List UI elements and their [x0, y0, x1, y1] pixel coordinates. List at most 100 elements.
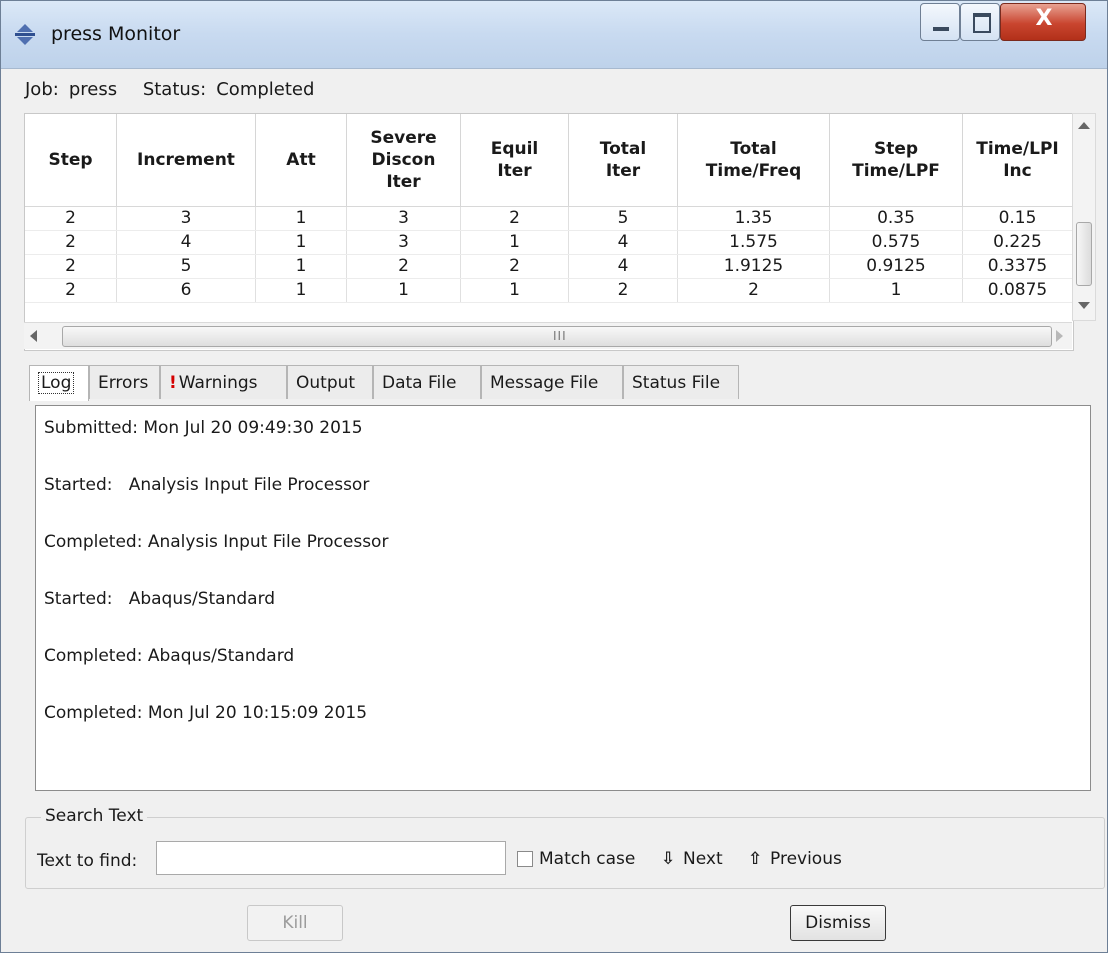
- cell-step: 2: [25, 207, 117, 230]
- status-label: Status:: [142, 79, 207, 100]
- tab-data-file[interactable]: Data File: [373, 365, 481, 399]
- title-bar: press Monitor X: [1, 1, 1107, 69]
- header-total-iter[interactable]: Total Iter: [569, 114, 678, 206]
- dismiss-button[interactable]: Dismiss: [790, 905, 886, 941]
- table-row[interactable]: 2 4 1 3 1 4 1.575 0.575 0.225: [25, 231, 1073, 255]
- table-row[interactable]: 2 6 1 1 1 2 2 1 0.0875: [25, 279, 1073, 303]
- cell-equil-iter: 1: [461, 231, 569, 254]
- status-value: Completed: [216, 79, 315, 100]
- header-step-time-lpf[interactable]: Step Time/LPF: [830, 114, 963, 206]
- log-panel[interactable]: Submitted: Mon Jul 20 09:49:30 2015 Star…: [35, 405, 1091, 791]
- cell-total-time-freq: 1.575: [678, 231, 830, 254]
- log-line: Completed: Abaqus/Standard: [44, 646, 295, 666]
- tab-log[interactable]: Log: [29, 365, 89, 401]
- scroll-up-icon[interactable]: [1078, 122, 1090, 129]
- cell-increment: 5: [117, 255, 256, 278]
- tab-message-file-label: Message File: [490, 373, 599, 393]
- cell-severe-discon-iter: 2: [347, 255, 461, 278]
- table-row[interactable]: 2 3 1 3 2 5 1.35 0.35 0.15: [25, 207, 1073, 231]
- scroll-right-icon[interactable]: [1056, 330, 1063, 342]
- warning-flag-icon: !: [169, 373, 177, 393]
- cell-total-time-freq: 1.9125: [678, 255, 830, 278]
- cell-time-lpi-inc: 0.0875: [963, 279, 1073, 302]
- cell-time-lpi-inc: 0.3375: [963, 255, 1073, 278]
- cell-severe-discon-iter: 3: [347, 231, 461, 254]
- tab-status-file[interactable]: Status File: [623, 365, 739, 399]
- header-increment[interactable]: Increment: [117, 114, 256, 206]
- log-line: Completed: Mon Jul 20 10:15:09 2015: [44, 703, 368, 723]
- next-label: Next: [683, 849, 723, 869]
- app-icon: [15, 24, 35, 45]
- match-case-checkbox[interactable]: [517, 851, 533, 867]
- search-text-legend: Search Text: [41, 806, 148, 826]
- scroll-down-icon[interactable]: [1078, 302, 1090, 309]
- cell-equil-iter: 1: [461, 279, 569, 302]
- cell-att: 1: [256, 279, 347, 302]
- arrow-down-icon: ⇩: [661, 849, 676, 869]
- tab-errors-label: Errors: [98, 373, 149, 393]
- cell-step-time-lpf: 0.9125: [830, 255, 963, 278]
- tab-warnings[interactable]: ! Warnings: [160, 365, 287, 399]
- header-att[interactable]: Att: [256, 114, 347, 206]
- tab-output[interactable]: Output: [287, 365, 373, 399]
- job-status-line: Job: press Status: Completed: [25, 79, 334, 100]
- minimize-icon: [933, 27, 949, 31]
- kill-button[interactable]: Kill: [247, 905, 343, 941]
- cell-severe-discon-iter: 1: [347, 279, 461, 302]
- tab-message-file[interactable]: Message File: [481, 365, 623, 399]
- scroll-left-icon[interactable]: [30, 330, 37, 342]
- match-case-label[interactable]: Match case: [539, 849, 635, 869]
- job-value: press: [68, 79, 118, 100]
- cell-total-iter: 5: [569, 207, 678, 230]
- cell-att: 1: [256, 231, 347, 254]
- previous-button[interactable]: ⇧ Previous: [748, 849, 842, 869]
- cell-step: 2: [25, 231, 117, 254]
- cell-increment: 3: [117, 207, 256, 230]
- log-line: Started: Abaqus/Standard: [44, 589, 276, 609]
- header-time-lpi-inc[interactable]: Time/LPI Inc: [963, 114, 1073, 206]
- maximize-icon: [973, 13, 991, 33]
- header-total-time-freq[interactable]: Total Time/Freq: [678, 114, 830, 206]
- log-line: Submitted: Mon Jul 20 09:49:30 2015: [44, 418, 363, 438]
- cell-step: 2: [25, 255, 117, 278]
- next-button[interactable]: ⇩ Next: [661, 849, 723, 869]
- cell-step-time-lpf: 0.575: [830, 231, 963, 254]
- increments-table: Step Increment Att Severe Discon Iter Eq…: [24, 113, 1074, 351]
- tab-log-label: Log: [38, 372, 75, 394]
- minimize-button[interactable]: [920, 3, 960, 41]
- header-equil-iter[interactable]: Equil Iter: [461, 114, 569, 206]
- cell-equil-iter: 2: [461, 255, 569, 278]
- cell-total-iter: 2: [569, 279, 678, 302]
- header-step[interactable]: Step: [25, 114, 117, 206]
- tab-errors[interactable]: Errors: [89, 365, 160, 399]
- cell-total-iter: 4: [569, 231, 678, 254]
- table-header: Step Increment Att Severe Discon Iter Eq…: [25, 114, 1073, 207]
- cell-increment: 6: [117, 279, 256, 302]
- job-label: Job:: [25, 79, 59, 100]
- cell-severe-discon-iter: 3: [347, 207, 461, 230]
- cell-increment: 4: [117, 231, 256, 254]
- close-button[interactable]: X: [1000, 3, 1086, 41]
- vertical-scroll-thumb[interactable]: [1076, 222, 1092, 286]
- tab-data-file-label: Data File: [382, 373, 457, 393]
- log-line: Completed: Analysis Input File Processor: [44, 532, 389, 552]
- maximize-button[interactable]: [960, 3, 1000, 41]
- tab-status-file-label: Status File: [632, 373, 721, 393]
- table-row[interactable]: 2 5 1 2 2 4 1.9125 0.9125 0.3375: [25, 255, 1073, 279]
- table-vertical-scrollbar[interactable]: [1072, 113, 1096, 321]
- log-line: Started: Analysis Input File Processor: [44, 475, 370, 495]
- cell-att: 1: [256, 255, 347, 278]
- header-severe-discon-iter[interactable]: Severe Discon Iter: [347, 114, 461, 206]
- table-horizontal-scrollbar[interactable]: III: [24, 322, 1072, 349]
- arrow-up-icon: ⇧: [748, 849, 763, 869]
- cell-step-time-lpf: 1: [830, 279, 963, 302]
- cell-att: 1: [256, 207, 347, 230]
- cell-equil-iter: 2: [461, 207, 569, 230]
- horizontal-scroll-thumb[interactable]: III: [62, 326, 1052, 347]
- text-to-find-input[interactable]: [156, 841, 506, 875]
- cell-step: 2: [25, 279, 117, 302]
- previous-label: Previous: [770, 849, 842, 869]
- cell-total-time-freq: 2: [678, 279, 830, 302]
- cell-total-time-freq: 1.35: [678, 207, 830, 230]
- monitor-window: press Monitor X Job: press Status: Complet…: [0, 0, 1108, 953]
